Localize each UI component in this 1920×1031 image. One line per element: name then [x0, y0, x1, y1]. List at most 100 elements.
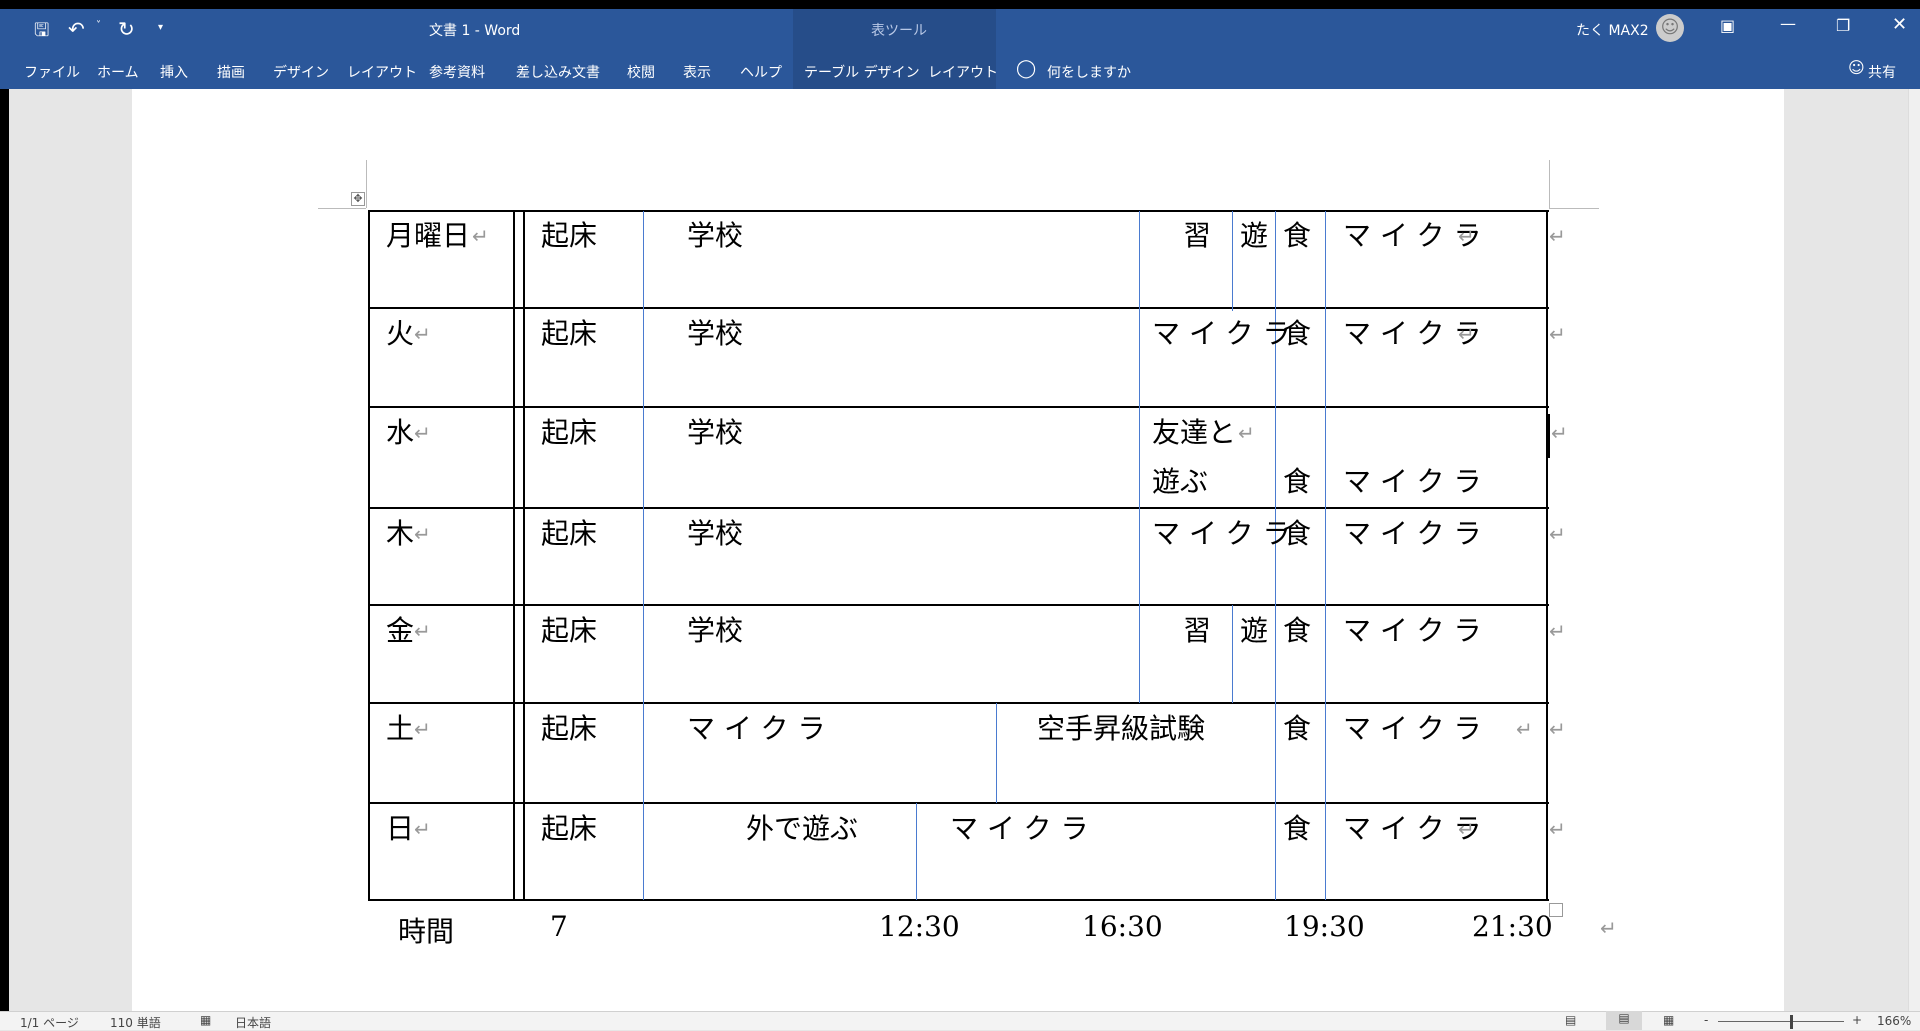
zoom-slider[interactable] — [1718, 1021, 1844, 1022]
cell-activity[interactable]: 学校 — [687, 520, 743, 548]
tab-insert[interactable]: 挿入 — [160, 62, 188, 82]
paragraph-mark: ↵ — [1600, 916, 1617, 940]
cell-wake[interactable]: 起床 — [541, 815, 597, 843]
time-mark: 16:30 — [1082, 910, 1163, 943]
cell-day[interactable]: 土 — [386, 715, 414, 743]
cell-meal[interactable]: 食 — [1283, 815, 1311, 843]
cell-day[interactable]: 木 — [386, 520, 414, 548]
close-icon[interactable]: ✕ — [1892, 14, 1907, 35]
cell-activity[interactable]: 学校 — [687, 320, 743, 348]
cell-activity[interactable]: マイクラ — [950, 815, 1097, 843]
tab-references[interactable]: 参考資料 — [429, 62, 485, 82]
status-bar: 1/1 ページ 110 単語 ▦ 日本語 ▤ ▤ ▦ - + 166% — [0, 1011, 1920, 1030]
cell-activity[interactable]: 学校 — [687, 419, 743, 447]
read-mode-icon[interactable]: ▤ — [1565, 1013, 1576, 1027]
cell-activity[interactable]: 学校 — [687, 222, 743, 250]
cell-meal[interactable]: 食 — [1283, 320, 1311, 348]
cell-wake[interactable]: 起床 — [541, 320, 597, 348]
undo-icon[interactable]: ↶ — [68, 17, 85, 41]
paragraph-mark: ↵ — [414, 717, 431, 741]
cell-activity[interactable]: 学校 — [687, 617, 743, 645]
ribbon-display-icon[interactable]: ▣ — [1720, 16, 1735, 35]
tab-mailings[interactable]: 差し込み文書 — [516, 62, 600, 82]
tab-help[interactable]: ヘルプ — [740, 62, 782, 82]
tell-me-input[interactable]: 何をしますか — [1047, 62, 1131, 82]
window-top-edge — [0, 0, 1920, 9]
restore-icon[interactable]: ❐ — [1836, 16, 1850, 35]
print-layout-icon[interactable]: ▤ — [1606, 1011, 1642, 1030]
cell-day[interactable]: 火 — [386, 320, 414, 348]
zoom-in-icon[interactable]: + — [1852, 1013, 1862, 1027]
cell-activity[interactable]: マイクラ — [687, 715, 834, 743]
cell-wake[interactable]: 起床 — [541, 419, 597, 447]
cell-evening[interactable]: マイクラ — [1343, 520, 1490, 548]
cell-meal[interactable]: 食 — [1283, 468, 1311, 496]
undo-dropdown-icon[interactable]: ˅ — [96, 20, 101, 31]
cell-meal[interactable]: 食 — [1283, 715, 1311, 743]
document-page[interactable] — [132, 89, 1784, 1011]
paragraph-mark: ↵ — [1549, 619, 1566, 643]
paragraph-mark: ↵ — [1458, 224, 1475, 248]
window-left-edge — [0, 89, 9, 1030]
cell-activity[interactable]: 習 — [1183, 222, 1211, 250]
cell-activity[interactable]: マイクラ — [1152, 520, 1299, 548]
minimize-icon[interactable]: — — [1780, 14, 1796, 33]
tab-design[interactable]: デザイン — [273, 62, 329, 82]
cell-activity[interactable]: 空手昇級試験 — [1037, 715, 1205, 743]
tab-draw[interactable]: 描画 — [217, 62, 245, 82]
time-mark: 12:30 — [879, 910, 960, 943]
cell-evening[interactable]: マイクラ — [1343, 715, 1490, 743]
web-layout-icon[interactable]: ▦ — [1663, 1013, 1674, 1027]
zoom-slider-thumb[interactable] — [1790, 1015, 1793, 1029]
tab-view[interactable]: 表示 — [683, 62, 711, 82]
word-count[interactable]: 110 単語 — [110, 1014, 161, 1031]
cell-activity[interactable]: 遊 — [1240, 617, 1268, 645]
redo-icon[interactable]: ↻ — [118, 17, 135, 41]
tab-table-design[interactable]: テーブル デザイン — [804, 62, 920, 82]
crop-mark — [1549, 208, 1599, 209]
table-move-handle-icon[interactable]: ✥ — [351, 192, 365, 206]
cell-activity[interactable]: 友達と — [1152, 419, 1236, 447]
cell-meal[interactable]: 食 — [1283, 520, 1311, 548]
zoom-out-icon[interactable]: - — [1704, 1013, 1708, 1027]
cell-day[interactable]: 月曜日 — [386, 222, 470, 250]
save-icon[interactable]: 🖫 — [34, 18, 49, 48]
paragraph-mark: ↵ — [414, 421, 431, 445]
tab-review[interactable]: 校閲 — [627, 62, 655, 82]
cell-wake[interactable]: 起床 — [541, 520, 597, 548]
cell-activity[interactable]: 遊 — [1240, 222, 1268, 250]
cell-meal[interactable]: 食 — [1283, 222, 1311, 250]
zoom-level[interactable]: 166% — [1877, 1014, 1911, 1028]
cell-day[interactable]: 水 — [386, 419, 414, 447]
tab-home[interactable]: ホーム — [97, 62, 139, 82]
cell-wake[interactable]: 起床 — [541, 617, 597, 645]
share-button[interactable]: 共有 — [1868, 62, 1896, 82]
cell-wake[interactable]: 起床 — [541, 715, 597, 743]
cell-evening[interactable]: マイクラ — [1343, 617, 1490, 645]
paragraph-mark: ↵ — [1549, 717, 1566, 741]
proofing-icon[interactable]: ▦ — [200, 1013, 211, 1027]
cell-activity[interactable]: 習 — [1183, 617, 1211, 645]
page-count[interactable]: 1/1 ページ — [20, 1014, 79, 1031]
language[interactable]: 日本語 — [235, 1014, 271, 1031]
customize-icon[interactable]: ▾ — [158, 22, 163, 33]
cell-activity[interactable]: 外で遊ぶ — [746, 815, 858, 843]
cell-activity[interactable]: マイクラ — [1152, 320, 1299, 348]
context-tab-group: 表ツール — [871, 23, 927, 39]
cell-meal[interactable]: 食 — [1283, 617, 1311, 645]
cell-evening[interactable]: マイクラ — [1343, 468, 1490, 496]
time-mark: 7 — [550, 910, 568, 943]
tab-layout[interactable]: レイアウト — [347, 62, 417, 82]
person-icon: ☺ — [1848, 58, 1865, 77]
avatar[interactable]: ☺ — [1656, 14, 1684, 42]
cell-activity[interactable]: 遊ぶ — [1152, 468, 1208, 496]
vertical-scrollbar[interactable] — [1908, 89, 1920, 1011]
user-name[interactable]: たく MAX2 — [1576, 20, 1649, 40]
cell-day[interactable]: 日 — [386, 815, 414, 843]
paragraph-mark: ↵ — [1238, 421, 1255, 445]
cell-day[interactable]: 金 — [386, 617, 414, 645]
tab-table-layout[interactable]: レイアウト — [928, 62, 998, 82]
tab-file[interactable]: ファイル — [24, 62, 80, 82]
cell-wake[interactable]: 起床 — [541, 222, 597, 250]
paragraph-mark: ↵ — [1516, 717, 1533, 741]
